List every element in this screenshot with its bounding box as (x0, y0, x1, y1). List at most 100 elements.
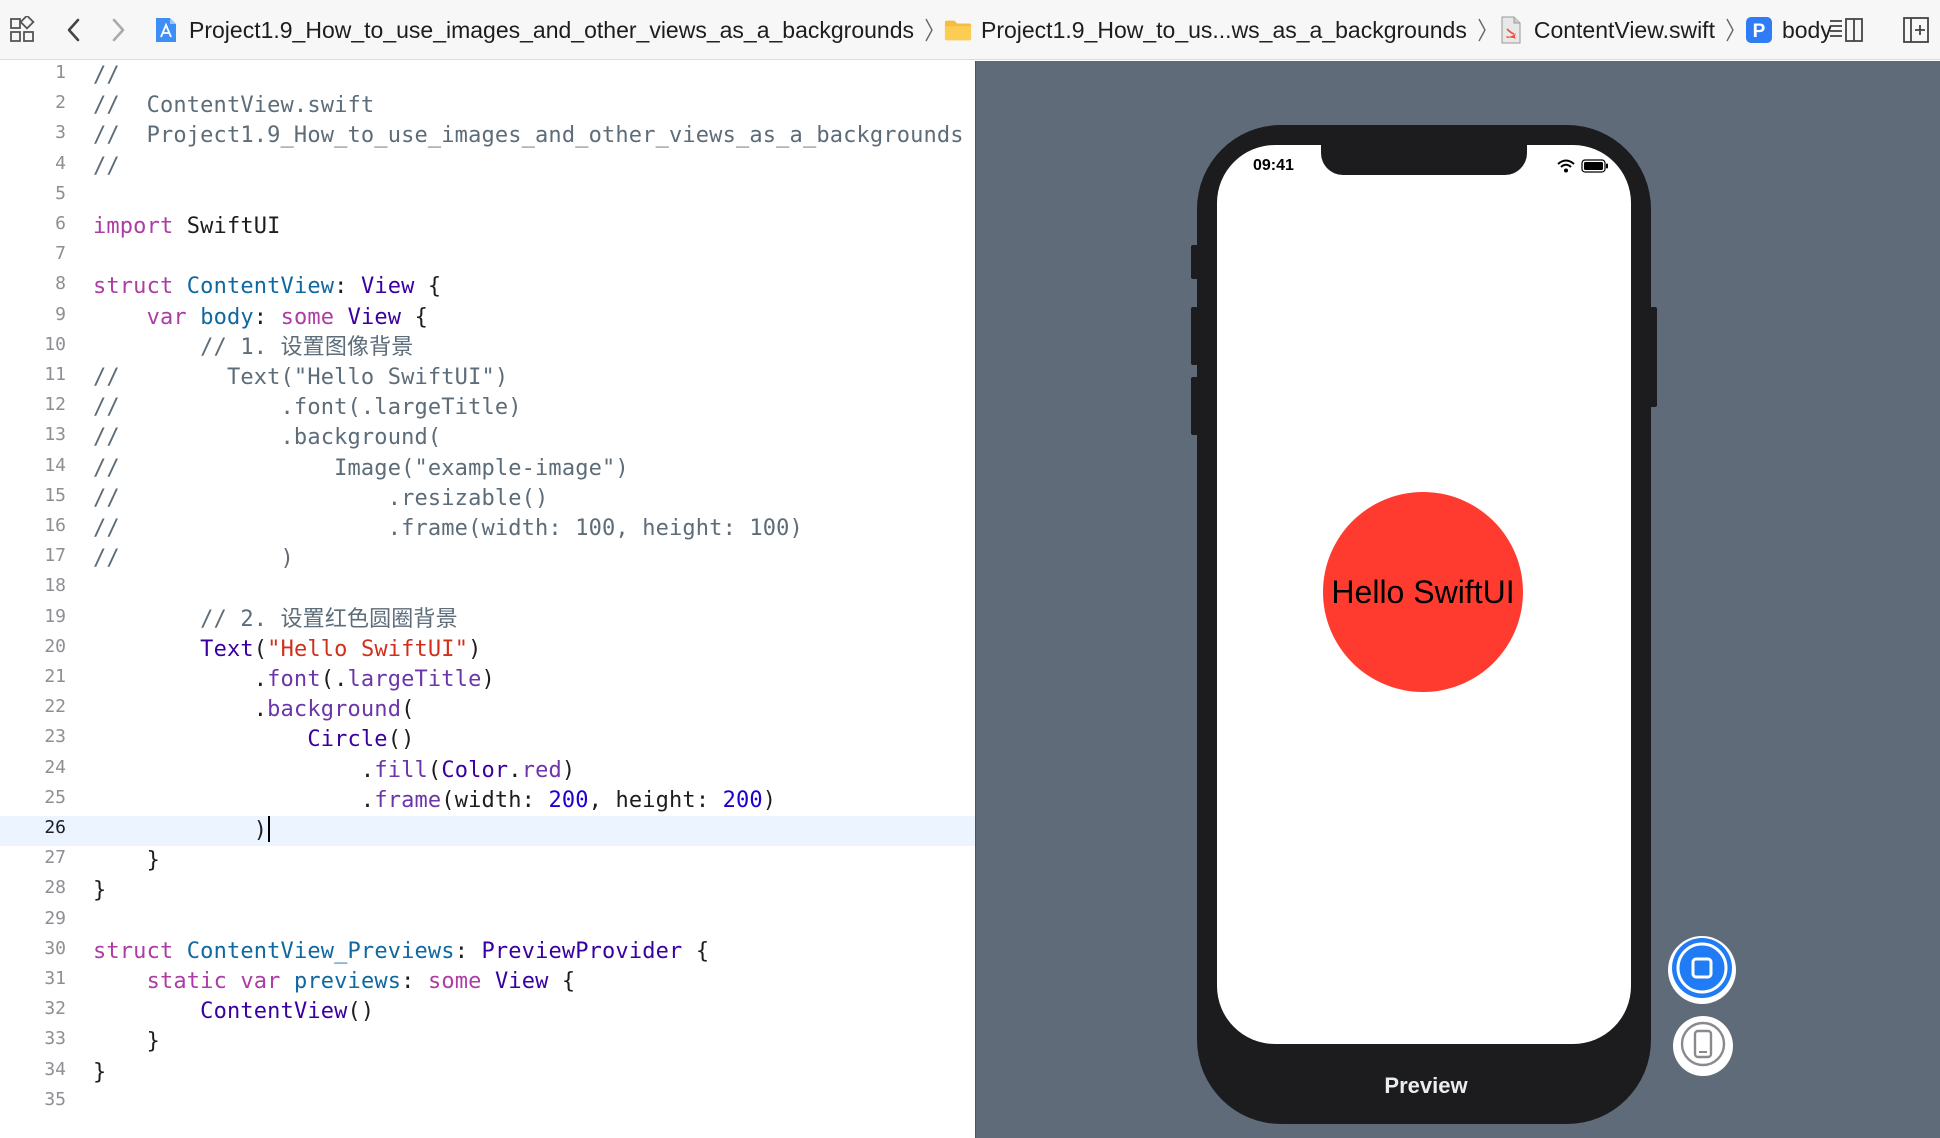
breadcrumb-group[interactable]: Project1.9_How_to_us...ws_as_a_backgroun… (944, 0, 1467, 60)
code-line[interactable]: 32 ContentView() (0, 997, 975, 1027)
wifi-icon (1557, 159, 1575, 178)
line-number: 23 (44, 726, 66, 748)
line-number: 20 (44, 635, 66, 657)
code-token: body (200, 304, 254, 330)
code-token: Text (200, 636, 254, 662)
code-line[interactable]: 10 // 1. 设置图像背景 (0, 333, 975, 363)
code-line[interactable]: 12 // .font(.largeTitle) (0, 393, 975, 423)
code-token: . (93, 787, 375, 813)
code-line[interactable]: 15 // .resizable() (0, 484, 975, 514)
code-token: some (280, 304, 335, 330)
related-items-grid-icon[interactable] (4, 12, 40, 48)
line-number: 18 (44, 575, 66, 597)
device-frame: 09:41 Hello SwiftUI (1191, 125, 1657, 1124)
code-text: struct ContentView_Previews: PreviewProv… (93, 937, 709, 967)
device-preview-button[interactable] (1673, 1016, 1733, 1076)
code-token: () (347, 999, 375, 1025)
code-line[interactable]: 30 struct ContentView_Previews: PreviewPr… (0, 937, 975, 967)
line-number: 8 (55, 273, 66, 295)
code-line[interactable]: 27 } (0, 846, 975, 876)
code-token: ContentView (186, 274, 335, 300)
code-line[interactable]: 34} (0, 1058, 975, 1088)
code-token: // .resizable() (93, 485, 549, 511)
code-line[interactable]: 20 Text("Hello SwiftUI") (0, 635, 975, 665)
code-text: // Image("example-image") (93, 454, 629, 484)
code-token: } (93, 1059, 107, 1085)
code-token: : (454, 938, 482, 964)
code-line[interactable]: 31 static var previews: some View { (0, 967, 975, 997)
code-line[interactable]: 9 var body: some View { (0, 303, 975, 333)
breadcrumb-symbol[interactable]: P body (1745, 0, 1832, 60)
chevron-right-icon[interactable] (100, 12, 136, 48)
code-token: { (414, 274, 442, 300)
line-number: 28 (44, 877, 66, 899)
line-number: 16 (44, 515, 66, 536)
code-line[interactable]: 33 } (0, 1027, 975, 1057)
source-editor[interactable]: 1 // 2 // ContentView.swift 3 // Project1.9_H… (0, 61, 975, 1138)
code-line[interactable]: 22 .background( (0, 695, 975, 725)
chevron-left-icon[interactable] (56, 12, 92, 48)
code-line[interactable]: 14 // Image("example-image") (0, 454, 975, 484)
code-token: 200 (722, 787, 763, 813)
code-token: import (93, 214, 174, 239)
code-line[interactable]: 2 // ContentView.swift (0, 91, 975, 121)
code-text: .font(.largeTitle) (93, 665, 495, 695)
line-number: 10 (44, 333, 66, 355)
code-line[interactable]: 8 struct ContentView: View { (0, 272, 975, 302)
code-line[interactable]: 25 .frame(width: 200, height: 200) (0, 786, 975, 816)
code-token: fill (374, 757, 428, 783)
code-line[interactable]: 24 .fill(Color.red) (0, 756, 975, 786)
code-line[interactable]: 23 Circle() (0, 725, 975, 755)
code-text: .fill(Color.red) (93, 756, 575, 786)
code-token: , height: (588, 787, 723, 813)
code-line[interactable]: 19 // 2. 设置红色圆圈背景 (0, 605, 975, 635)
code-line[interactable]: 3 // Project1.9_How_to_use_images_and_oth… (0, 121, 975, 151)
code-line[interactable]: 7 (0, 242, 975, 272)
line-number: 21 (44, 666, 66, 687)
line-number: 34 (44, 1058, 66, 1080)
code-token: 200 (548, 787, 589, 813)
code-text: } (93, 1058, 106, 1088)
code-line[interactable]: 29 (0, 907, 975, 937)
code-token: // Project1.9_How_to_use_images_and_othe… (93, 123, 964, 149)
code-text: // .background( (93, 423, 441, 453)
add-editor-split-icon[interactable] (1898, 12, 1934, 48)
code-token: struct (93, 938, 174, 964)
code-token: var (240, 969, 281, 994)
code-line[interactable]: 6 import SwiftUI (0, 212, 975, 242)
code-line[interactable]: 11 // Text("Hello SwiftUI") (0, 363, 975, 393)
jump-bar: Project1.9_How_to_use_images_and_other_v… (0, 0, 1940, 60)
code-token: : (401, 969, 428, 994)
device-notch (1321, 145, 1527, 175)
code-line[interactable]: 16 // .frame(width: 100, height: 100) (0, 514, 975, 544)
live-preview-button[interactable] (1668, 936, 1736, 1004)
breadcrumb-file[interactable]: ContentView.swift (1497, 0, 1715, 60)
code-line[interactable]: 17 // ) (0, 544, 975, 574)
line-number: 27 (44, 847, 66, 869)
code-line[interactable]: 28} (0, 876, 975, 906)
code-line[interactable]: 26 ) (0, 816, 975, 846)
code-token: () (387, 727, 415, 753)
code-line[interactable]: 5 (0, 182, 975, 212)
code-token: background (267, 697, 402, 723)
code-line[interactable]: 4 // (0, 152, 975, 182)
breadcrumb-label: body (1781, 16, 1832, 43)
breadcrumb-label: Project1.9_How_to_us...ws_as_a_backgroun… (980, 16, 1467, 43)
line-number: 22 (44, 696, 66, 718)
editor-options-icon[interactable] (1828, 12, 1864, 48)
device-screen[interactable]: 09:41 Hello SwiftUI (1217, 145, 1631, 1044)
code-line[interactable]: 13 // .background( (0, 423, 975, 453)
code-line[interactable]: 21 .font(.largeTitle) (0, 665, 975, 695)
code-line[interactable]: 18 (0, 574, 975, 604)
code-token: // ContentView.swift (93, 93, 375, 119)
code-line[interactable]: 1 // (0, 61, 975, 91)
code-token: : (334, 274, 361, 300)
breadcrumb-project[interactable]: Project1.9_How_to_use_images_and_other_v… (152, 0, 914, 60)
code-line[interactable]: 35 (0, 1088, 975, 1118)
code-text: static var previews: some View { (93, 967, 576, 997)
code-text: // .frame(width: 100, height: 100) (93, 514, 803, 544)
